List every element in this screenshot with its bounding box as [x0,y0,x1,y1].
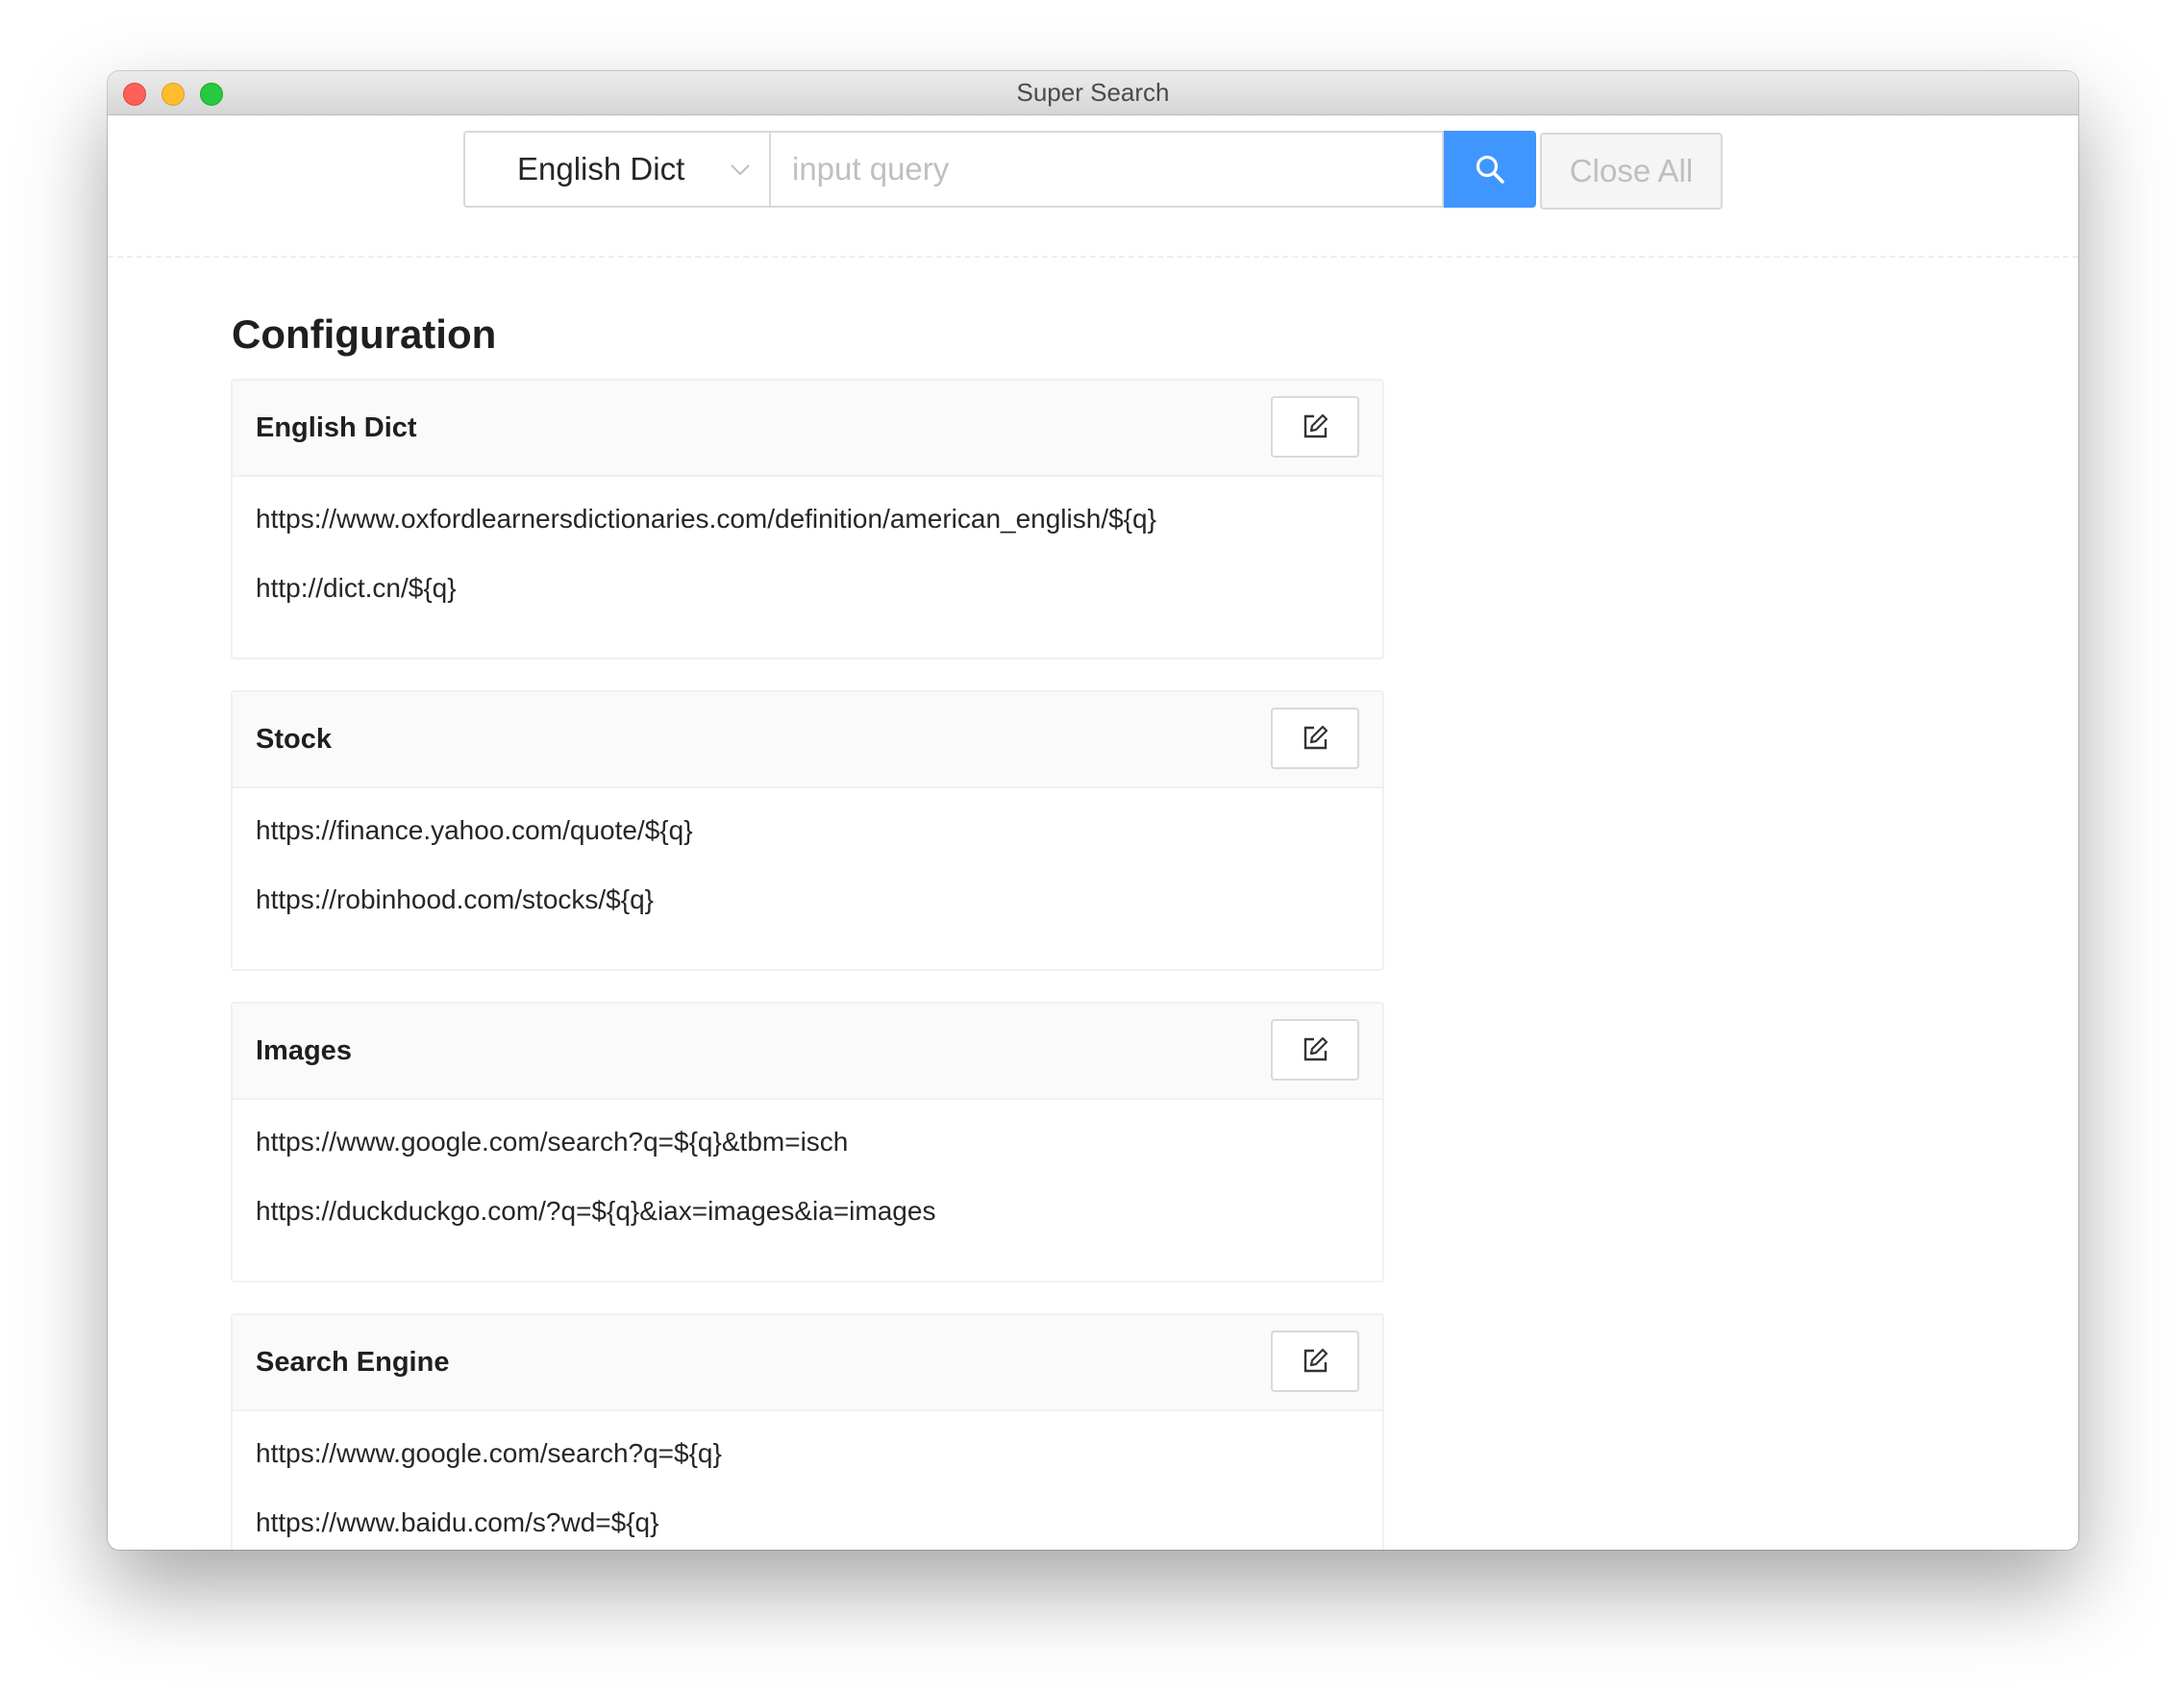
card-body: https://www.google.com/search?q=${q} htt… [233,1411,1382,1550]
edit-button[interactable] [1271,708,1359,769]
edit-icon [1303,413,1328,438]
close-all-button[interactable]: Close All [1540,133,1723,210]
search-button[interactable] [1444,131,1536,208]
url-item: https://www.google.com/search?q=${q}&tbm… [256,1127,849,1157]
page-title: Configuration [232,311,497,357]
edit-icon [1303,1348,1328,1373]
chevron-down-icon [731,164,750,176]
card-header: Stock [233,692,1382,788]
search-toolbar: English Dict Close All [108,115,2078,258]
search-input[interactable] [771,131,1444,208]
card-header: Images [233,1004,1382,1100]
config-card-stock: Stock https://finance.yahoo.com/quote/${… [231,690,1384,971]
card-title: Images [256,1034,352,1066]
card-title: Stock [256,723,332,755]
desktop: Super Search English Dict Close All Conf… [0,0,2184,1692]
search-icon [1476,155,1504,184]
close-window-button[interactable] [123,83,146,106]
url-item: https://robinhood.com/stocks/${q} [256,884,655,914]
edit-icon [1303,725,1328,750]
edit-button[interactable] [1271,1019,1359,1081]
edit-icon [1303,1036,1328,1061]
edit-button[interactable] [1271,396,1359,458]
url-item: https://duckduckgo.com/?q=${q}&iax=image… [256,1196,936,1226]
url-item: https://www.baidu.com/s?wd=${q} [256,1507,659,1537]
card-header: English Dict [233,381,1382,477]
url-item: https://finance.yahoo.com/quote/${q} [256,815,693,845]
window-title: Super Search [1016,78,1170,107]
card-title: Search Engine [256,1346,450,1378]
engine-select-value: English Dict [517,151,685,187]
app-window: Super Search English Dict Close All Conf… [108,71,2078,1550]
card-body: https://finance.yahoo.com/quote/${q} htt… [233,788,1382,950]
minimize-window-button[interactable] [161,83,185,106]
card-title: English Dict [256,411,417,443]
url-item: https://www.google.com/search?q=${q} [256,1438,722,1468]
card-header: Search Engine [233,1315,1382,1411]
maximize-window-button[interactable] [200,83,223,106]
edit-button[interactable] [1271,1331,1359,1392]
url-item: http://dict.cn/${q} [256,573,457,603]
title-bar[interactable]: Super Search [108,71,2078,115]
config-card-english-dict: English Dict https://www.oxfordlearnersd… [231,379,1384,659]
engine-select[interactable]: English Dict [463,131,771,208]
configuration-panel: Configuration English Dict https://www.o… [108,260,2078,1550]
url-item: https://www.oxfordlearnersdictionaries.c… [256,504,1156,534]
config-card-search-engine: Search Engine https://www.google.com/sea… [231,1313,1384,1550]
config-card-images: Images https://www.google.com/search?q=$… [231,1002,1384,1282]
traffic-lights [123,83,223,106]
card-body: https://www.oxfordlearnersdictionaries.c… [233,477,1382,638]
card-body: https://www.google.com/search?q=${q}&tbm… [233,1100,1382,1261]
